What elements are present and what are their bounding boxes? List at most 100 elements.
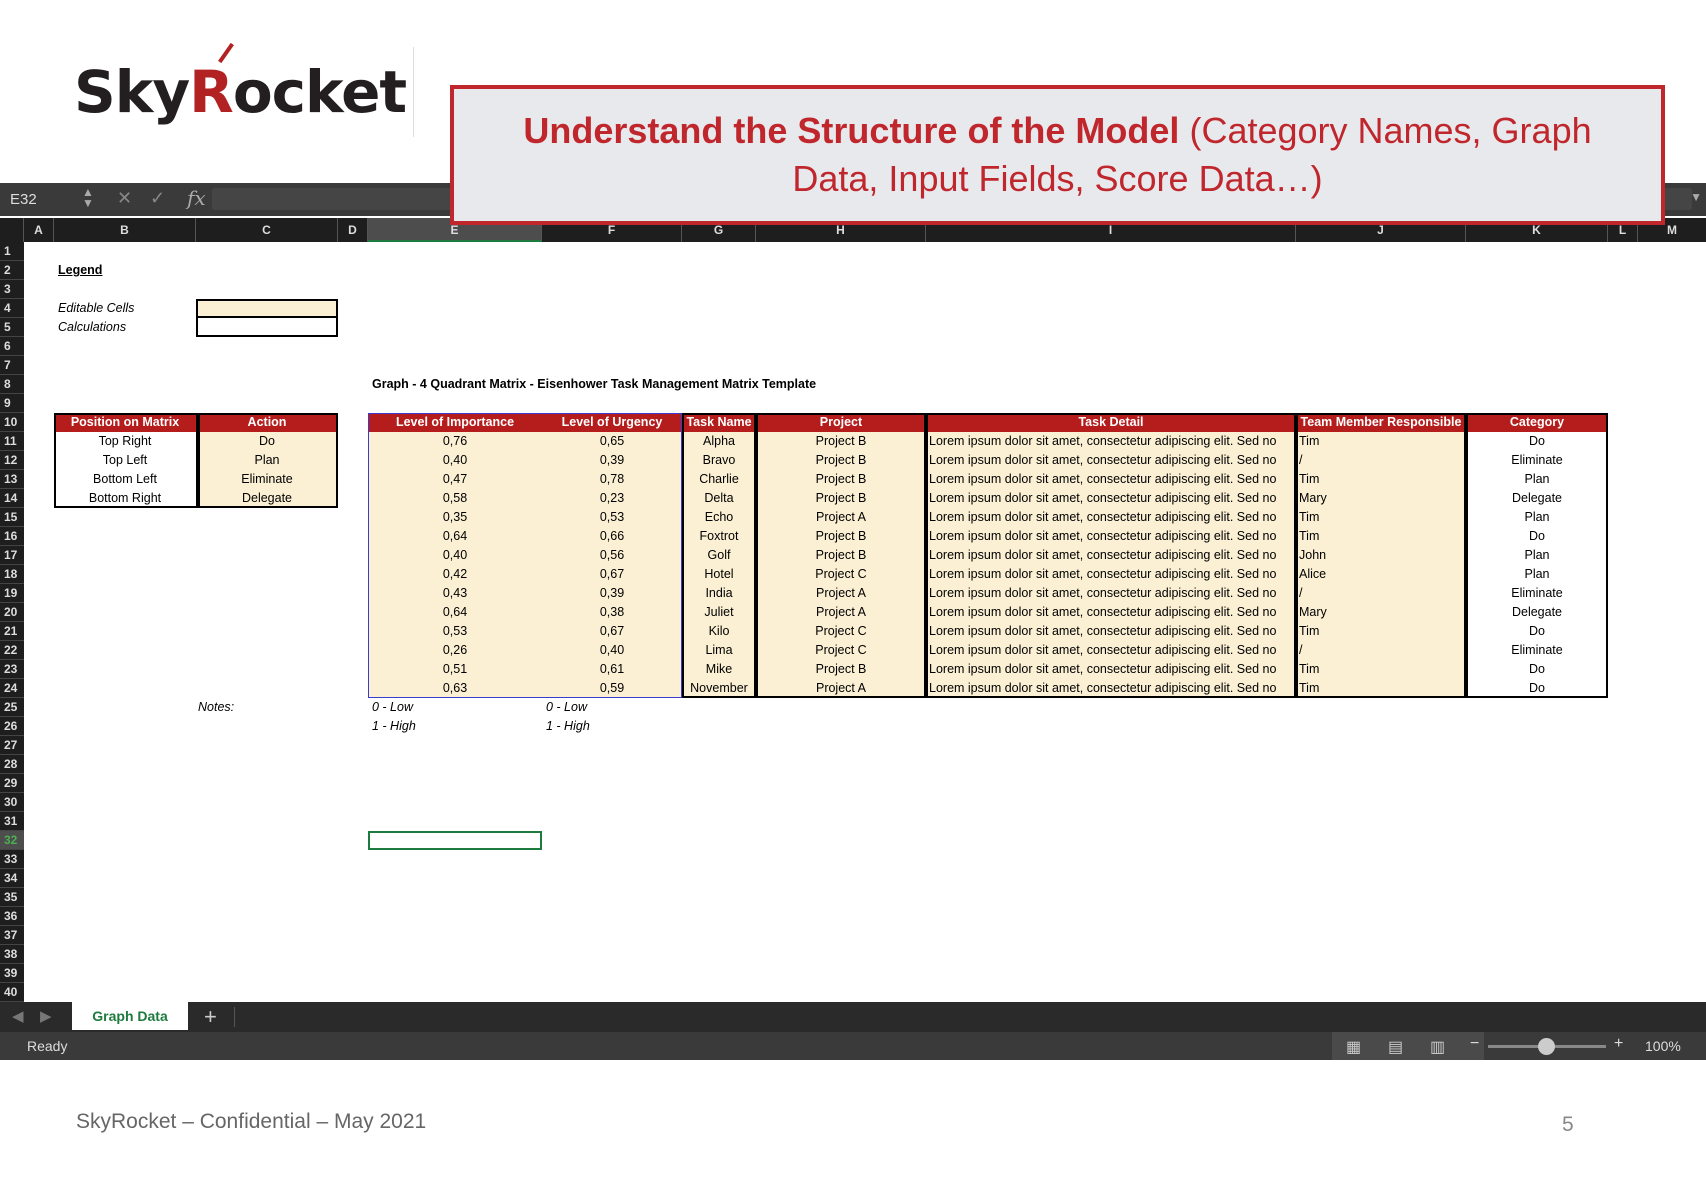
importance-cell[interactable]: 0,47: [368, 470, 542, 489]
urgency-cell[interactable]: 0,59: [542, 679, 682, 698]
row-header-23[interactable]: 23: [0, 660, 24, 679]
urgency-cell[interactable]: 0,56: [542, 546, 682, 565]
row-header-11[interactable]: 11: [0, 432, 24, 451]
project-cell[interactable]: Project A: [756, 679, 926, 698]
importance-cell[interactable]: 0,26: [368, 641, 542, 660]
name-box[interactable]: E32: [10, 191, 37, 208]
row-header-40[interactable]: 40: [0, 983, 24, 1002]
legend-calculations-swatch[interactable]: [196, 318, 338, 337]
task-detail-cell[interactable]: Lorem ipsum dolor sit amet, consectetur …: [926, 622, 1296, 641]
matrix-action-cell[interactable]: Do: [196, 432, 338, 451]
urgency-cell[interactable]: 0,66: [542, 527, 682, 546]
task-name-cell[interactable]: Kilo: [682, 622, 756, 641]
category-cell[interactable]: Delegate: [1466, 489, 1608, 508]
project-cell[interactable]: Project C: [756, 622, 926, 641]
matrix-position-cell[interactable]: Top Left: [54, 451, 196, 470]
importance-cell[interactable]: 0,64: [368, 603, 542, 622]
row-header-39[interactable]: 39: [0, 964, 24, 983]
cancel-icon[interactable]: ✕: [117, 188, 132, 209]
expand-formula-bar-icon[interactable]: ▼: [1690, 190, 1702, 204]
row-header-9[interactable]: 9: [0, 394, 24, 413]
team-member-cell[interactable]: Tim: [1296, 508, 1466, 527]
team-member-cell[interactable]: John: [1296, 546, 1466, 565]
urgency-note-low[interactable]: 0 - Low: [542, 698, 682, 717]
zoom-in-button[interactable]: +: [1614, 1035, 1623, 1053]
category-cell[interactable]: Eliminate: [1466, 451, 1608, 470]
task-detail-cell[interactable]: Lorem ipsum dolor sit amet, consectetur …: [926, 584, 1296, 603]
row-header-25[interactable]: 25: [0, 698, 24, 717]
row-header-3[interactable]: 3: [0, 280, 24, 299]
task-name-cell[interactable]: Lima: [682, 641, 756, 660]
column-header-c[interactable]: C: [196, 218, 338, 242]
category-cell[interactable]: Do: [1466, 622, 1608, 641]
task-name-cell[interactable]: Hotel: [682, 565, 756, 584]
importance-cell[interactable]: 0,64: [368, 527, 542, 546]
scroll-tabs-left-icon[interactable]: ◀: [12, 1007, 24, 1025]
matrix-position-cell[interactable]: Bottom Left: [54, 470, 196, 489]
row-header-8[interactable]: 8: [0, 375, 24, 394]
team-member-cell[interactable]: /: [1296, 584, 1466, 603]
task-detail-cell[interactable]: Lorem ipsum dolor sit amet, consectetur …: [926, 603, 1296, 622]
task-detail-cell[interactable]: Lorem ipsum dolor sit amet, consectetur …: [926, 489, 1296, 508]
row-header-15[interactable]: 15: [0, 508, 24, 527]
legend-editable-swatch[interactable]: [196, 299, 338, 318]
task-detail-cell[interactable]: Lorem ipsum dolor sit amet, consectetur …: [926, 679, 1296, 698]
task-name-cell[interactable]: Alpha: [682, 432, 756, 451]
task-name-cell[interactable]: Echo: [682, 508, 756, 527]
category-cell[interactable]: Do: [1466, 527, 1608, 546]
zoom-slider-thumb[interactable]: [1538, 1038, 1555, 1055]
project-cell[interactable]: Project A: [756, 603, 926, 622]
sheet-tab-graph-data[interactable]: Graph Data: [72, 1002, 188, 1030]
row-header-35[interactable]: 35: [0, 888, 24, 907]
importance-cell[interactable]: 0,76: [368, 432, 542, 451]
urgency-cell[interactable]: 0,23: [542, 489, 682, 508]
legend-calculations-label[interactable]: Calculations: [54, 318, 196, 337]
team-member-cell[interactable]: Tim: [1296, 622, 1466, 641]
project-cell[interactable]: Project B: [756, 527, 926, 546]
urgency-cell[interactable]: 0,38: [542, 603, 682, 622]
team-member-cell[interactable]: /: [1296, 641, 1466, 660]
row-header-21[interactable]: 21: [0, 622, 24, 641]
header-project[interactable]: Project: [756, 413, 926, 432]
team-member-cell[interactable]: Tim: [1296, 679, 1466, 698]
team-member-cell[interactable]: Tim: [1296, 527, 1466, 546]
notes-label[interactable]: Notes:: [196, 698, 338, 717]
task-detail-cell[interactable]: Lorem ipsum dolor sit amet, consectetur …: [926, 432, 1296, 451]
row-header-18[interactable]: 18: [0, 565, 24, 584]
category-cell[interactable]: Delegate: [1466, 603, 1608, 622]
header-task-detail[interactable]: Task Detail: [926, 413, 1296, 432]
project-cell[interactable]: Project B: [756, 451, 926, 470]
importance-cell[interactable]: 0,43: [368, 584, 542, 603]
matrix-header-position[interactable]: Position on Matrix: [54, 413, 196, 432]
scroll-tabs-right-icon[interactable]: ▶: [40, 1007, 52, 1025]
column-header-a[interactable]: A: [24, 218, 54, 242]
header-urgency[interactable]: Level of Urgency: [542, 413, 682, 432]
legend-title[interactable]: Legend: [54, 261, 196, 280]
task-detail-cell[interactable]: Lorem ipsum dolor sit amet, consectetur …: [926, 508, 1296, 527]
header-team-member[interactable]: Team Member Responsible: [1296, 413, 1466, 432]
row-header-12[interactable]: 12: [0, 451, 24, 470]
row-header-28[interactable]: 28: [0, 755, 24, 774]
task-name-cell[interactable]: Mike: [682, 660, 756, 679]
page-layout-view-icon[interactable]: ▤: [1388, 1037, 1403, 1057]
category-cell[interactable]: Plan: [1466, 508, 1608, 527]
team-member-cell[interactable]: Mary: [1296, 603, 1466, 622]
urgency-cell[interactable]: 0,39: [542, 451, 682, 470]
column-header-d[interactable]: D: [338, 218, 368, 242]
header-importance[interactable]: Level of Importance: [368, 413, 542, 432]
task-name-cell[interactable]: Charlie: [682, 470, 756, 489]
project-cell[interactable]: Project A: [756, 508, 926, 527]
column-header-b[interactable]: B: [54, 218, 196, 242]
row-header-29[interactable]: 29: [0, 774, 24, 793]
row-header-32[interactable]: 32: [0, 831, 24, 850]
legend-editable-label[interactable]: Editable Cells: [54, 299, 196, 318]
importance-cell[interactable]: 0,40: [368, 546, 542, 565]
selected-cell-e32[interactable]: [368, 831, 542, 850]
task-detail-cell[interactable]: Lorem ipsum dolor sit amet, consectetur …: [926, 546, 1296, 565]
urgency-cell[interactable]: 0,67: [542, 622, 682, 641]
header-category[interactable]: Category: [1466, 413, 1608, 432]
project-cell[interactable]: Project A: [756, 584, 926, 603]
graph-title[interactable]: Graph - 4 Quadrant Matrix - Eisenhower T…: [368, 375, 1068, 394]
importance-cell[interactable]: 0,35: [368, 508, 542, 527]
task-detail-cell[interactable]: Lorem ipsum dolor sit amet, consectetur …: [926, 660, 1296, 679]
